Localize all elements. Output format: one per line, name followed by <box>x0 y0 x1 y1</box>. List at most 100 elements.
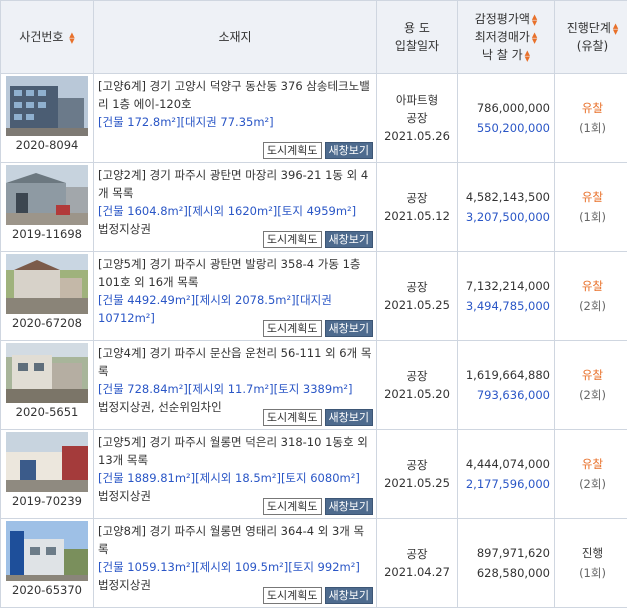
appraisal-value: 4,582,143,500 <box>465 190 550 204</box>
property-photo[interactable] <box>6 254 88 314</box>
minimum-price: 3,494,785,000 <box>465 299 550 313</box>
case-number[interactable]: 2019-70239 <box>1 494 93 508</box>
legal-note: 법정지상권, 선순위임차인 <box>98 400 222 414</box>
minimum-price: 3,207,500,000 <box>465 210 550 224</box>
property-address[interactable]: [고양5계] 경기 파주시 광탄면 발랑리 358-4 가동 1층 101호 외… <box>98 257 360 289</box>
status-cell: 유찰 (2회) <box>554 340 627 430</box>
table-row[interactable]: 2020-5651 [고양4계] 경기 파주시 문산읍 운천리 56-111 외… <box>0 340 627 430</box>
property-address[interactable]: [고양4계] 경기 파주시 문산읍 운천리 56-111 외 6개 목록 <box>98 346 371 378</box>
table-row[interactable]: 2019-70239 [고양5계] 경기 파주시 월롱면 덕은리 318-10 … <box>0 429 627 519</box>
sort-icon[interactable]: ▲ ▼ <box>613 22 618 35</box>
use-date-cell: 공장 2021.05.12 <box>376 162 458 252</box>
property-address[interactable]: [고양6계] 경기 고양시 덕양구 동산동 376 삼송테크노밸리 1층 에이-… <box>98 79 370 111</box>
appraisal-value: 786,000,000 <box>476 101 550 115</box>
table-row[interactable]: 2020-67208 [고양5계] 경기 파주시 광탄면 발랑리 358-4 가… <box>0 251 627 341</box>
area-info: [건물 728.84m²][제시외 11.7m²][토지 3389m²] <box>98 382 353 396</box>
legal-note: 법정지상권 <box>98 489 151 503</box>
property-address[interactable]: [고양5계] 경기 파주시 월롱면 덕은리 318-10 1동호 외 13개 목… <box>98 435 368 467</box>
bid-date: 2021.04.27 <box>384 565 450 579</box>
price-cell: 786,000,000 550,200,000 <box>457 73 555 163</box>
case-number[interactable]: 2019-11698 <box>1 227 93 241</box>
header-min-price-label: 최저경매가 <box>474 30 530 44</box>
header-date-label: 입찰일자 <box>394 39 440 53</box>
header-failed-label: (유찰) <box>576 39 609 53</box>
table-row[interactable]: 2019-11698 [고양2계] 경기 파주시 광탄면 마장리 396-21 … <box>0 162 627 252</box>
new-window-button[interactable]: 새창보기 <box>324 587 373 604</box>
sort-icon[interactable]: ▲ ▼ <box>532 31 537 44</box>
new-window-button[interactable]: 새창보기 <box>324 231 373 248</box>
new-window-button[interactable]: 새창보기 <box>324 142 373 159</box>
new-window-button[interactable]: 새창보기 <box>324 498 373 515</box>
location-cell[interactable]: [고양2계] 경기 파주시 광탄면 마장리 396-21 1동 외 4개 목록 … <box>93 162 377 252</box>
failed-count: (2회) <box>579 388 606 402</box>
use-date-cell: 아파트형 공장 2021.05.26 <box>376 73 458 163</box>
case-cell[interactable]: 2020-5651 <box>0 340 94 430</box>
table-row[interactable]: 2020-8094 [고양6계] 경기 고양시 덕양구 동산동 376 삼송테크… <box>0 73 627 163</box>
location-cell[interactable]: [고양6계] 경기 고양시 덕양구 동산동 376 삼송테크노밸리 1층 에이-… <box>93 73 377 163</box>
city-plan-button[interactable]: 도시계획도 <box>262 587 322 604</box>
case-number[interactable]: 2020-5651 <box>1 405 93 419</box>
property-photo[interactable] <box>6 76 88 136</box>
use-date-cell: 공장 2021.05.25 <box>376 251 458 341</box>
new-window-button[interactable]: 새창보기 <box>324 320 373 337</box>
status-cell: 진행 (1회) <box>554 518 627 608</box>
minimum-price: 2,177,596,000 <box>465 477 550 491</box>
minimum-price: 793,636,000 <box>476 388 550 402</box>
table-row[interactable]: 2020-65370 [고양8계] 경기 파주시 월롱면 영태리 364-4 외… <box>0 518 627 608</box>
case-number[interactable]: 2020-8094 <box>1 138 93 152</box>
header-appraisal-label: 감정평가액 <box>474 12 530 26</box>
location-cell[interactable]: [고양5계] 경기 파주시 광탄면 발랑리 358-4 가동 1층 101호 외… <box>93 251 377 341</box>
status-badge: 유찰 <box>581 457 604 471</box>
header-prices[interactable]: 감정평가액 ▲ ▼ 최저경매가 ▲ ▼ 낙 찰 가 ▲ ▼ <box>457 0 555 74</box>
city-plan-button[interactable]: 도시계획도 <box>262 409 322 426</box>
area-info: [건물 1889.81m²][제시외 18.5m²][토지 6080m²] <box>98 471 360 485</box>
property-use: 아파트형 <box>395 93 439 107</box>
auction-table: 사건번호 ▲ ▼ 소재지 용 도 입찰일자 감정평가액 ▲ ▼ 최저경매가 ▲ ▼ 낙 찰… <box>0 0 627 608</box>
status-cell: 유찰 (2회) <box>554 429 627 519</box>
case-cell[interactable]: 2020-8094 <box>0 73 94 163</box>
price-cell: 7,132,214,000 3,494,785,000 <box>457 251 555 341</box>
appraisal-value: 897,971,620 <box>476 546 550 560</box>
property-photo[interactable] <box>6 432 88 492</box>
header-use-label: 용 도 <box>404 21 430 35</box>
case-number[interactable]: 2020-65370 <box>1 583 93 597</box>
location-cell[interactable]: [고양5계] 경기 파주시 월롱면 덕은리 318-10 1동호 외 13개 목… <box>93 429 377 519</box>
property-address[interactable]: [고양8계] 경기 파주시 월롱면 영태리 364-4 외 3개 목록 <box>98 524 364 556</box>
location-cell[interactable]: [고양4계] 경기 파주시 문산읍 운천리 56-111 외 6개 목록 [건물… <box>93 340 377 430</box>
header-status[interactable]: 진행단계 ▲ ▼ (유찰) <box>554 0 627 74</box>
minimum-price: 628,580,000 <box>476 566 550 580</box>
area-info: [건물 1059.13m²][제시외 109.5m²][토지 992m²] <box>98 560 360 574</box>
table-header-row: 사건번호 ▲ ▼ 소재지 용 도 입찰일자 감정평가액 ▲ ▼ 최저경매가 ▲ ▼ 낙 찰… <box>0 0 627 74</box>
legal-note: 법정지상권 <box>98 222 151 236</box>
header-case-no[interactable]: 사건번호 ▲ ▼ <box>0 0 94 74</box>
city-plan-button[interactable]: 도시계획도 <box>262 498 322 515</box>
location-cell[interactable]: [고양8계] 경기 파주시 월롱면 영태리 364-4 외 3개 목록 [건물 … <box>93 518 377 608</box>
property-photo[interactable] <box>6 521 88 581</box>
case-cell[interactable]: 2019-11698 <box>0 162 94 252</box>
case-number[interactable]: 2020-67208 <box>1 316 93 330</box>
use-date-cell: 공장 2021.04.27 <box>376 518 458 608</box>
bid-date: 2021.05.12 <box>384 209 450 223</box>
status-badge: 유찰 <box>581 101 604 115</box>
new-window-button[interactable]: 새창보기 <box>324 409 373 426</box>
property-address[interactable]: [고양2계] 경기 파주시 광탄면 마장리 396-21 1동 외 4개 목록 <box>98 168 368 200</box>
price-cell: 4,444,074,000 2,177,596,000 <box>457 429 555 519</box>
status-badge: 유찰 <box>581 279 604 293</box>
sort-icon[interactable]: ▲ ▼ <box>525 49 530 62</box>
status-badge: 유찰 <box>581 190 604 204</box>
property-photo[interactable] <box>6 165 88 225</box>
sort-icon[interactable]: ▲ ▼ <box>69 31 74 44</box>
city-plan-button[interactable]: 도시계획도 <box>262 231 322 248</box>
case-cell[interactable]: 2020-67208 <box>0 251 94 341</box>
price-cell: 4,582,143,500 3,207,500,000 <box>457 162 555 252</box>
city-plan-button[interactable]: 도시계획도 <box>262 320 322 337</box>
city-plan-button[interactable]: 도시계획도 <box>262 142 322 159</box>
sort-icon[interactable]: ▲ ▼ <box>532 13 537 26</box>
case-cell[interactable]: 2019-70239 <box>0 429 94 519</box>
property-photo[interactable] <box>6 343 88 403</box>
property-use: 공장 <box>406 369 428 383</box>
property-use: 공장 <box>406 280 428 294</box>
case-cell[interactable]: 2020-65370 <box>0 518 94 608</box>
header-winning-bid-label: 낙 찰 가 <box>481 48 523 62</box>
status-badge: 유찰 <box>581 368 604 382</box>
